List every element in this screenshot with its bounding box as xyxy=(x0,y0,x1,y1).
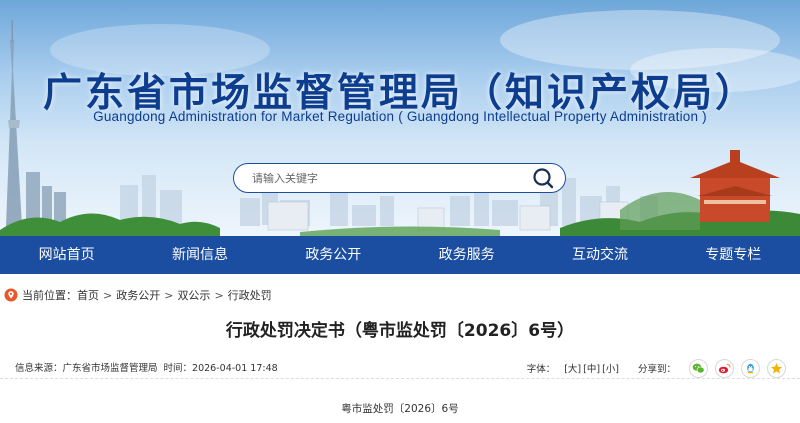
search-input[interactable] xyxy=(252,171,531,185)
share-qzone-button[interactable] xyxy=(767,358,786,378)
search-box xyxy=(233,163,566,193)
share-weibo-button[interactable] xyxy=(715,358,734,378)
time-label: 时间： xyxy=(163,363,193,374)
article-meta-info: 信息来源：广东省市场监督管理局 时间：2026-04-01 17:48 xyxy=(15,360,278,374)
nav-item-interaction[interactable]: 互动交流 xyxy=(533,236,666,274)
share-label: 分享到： xyxy=(637,364,676,375)
source-value: 广东省市场监督管理局 xyxy=(62,363,158,374)
article-meta: 信息来源：广东省市场监督管理局 时间：2026-04-01 17:48 字体： … xyxy=(0,357,800,379)
qq-icon xyxy=(747,363,754,373)
font-size-label: 字体： xyxy=(526,364,556,375)
weibo-icon xyxy=(718,363,731,373)
breadcrumb: 当前位置： 首页 > 政务公开 > 双公示 > 行政处罚 xyxy=(0,285,272,305)
time-value: 2026-04-01 17:48 xyxy=(192,363,278,374)
document-number: 粤市监处罚〔2026〕6号 xyxy=(341,403,459,415)
nav-item-news[interactable]: 新闻信息 xyxy=(133,236,266,274)
pavilion-icon xyxy=(690,150,780,222)
font-medium-button[interactable]: [中] xyxy=(583,361,600,375)
share-qq-button[interactable] xyxy=(741,358,760,378)
nav-item-gov-services[interactable]: 政务服务 xyxy=(400,236,533,274)
breadcrumb-prefix: 当前位置： xyxy=(22,289,77,302)
breadcrumb-admin-penalty[interactable]: 行政处罚 xyxy=(228,287,272,303)
share-wechat-button[interactable] xyxy=(689,358,708,378)
wechat-icon xyxy=(692,363,705,373)
site-subtitle: Guangdong Administration for Market Regu… xyxy=(93,109,707,124)
font-small-button[interactable]: [小] xyxy=(602,361,619,375)
breadcrumb-separator: > xyxy=(214,288,224,302)
main-nav: 网站首页 新闻信息 政务公开 政务服务 互动交流 专题专栏 xyxy=(0,236,800,274)
nav-item-gov-affairs-open[interactable]: 政务公开 xyxy=(267,236,400,274)
nav-item-home[interactable]: 网站首页 xyxy=(0,236,133,274)
breadcrumb-separator: > xyxy=(103,288,113,302)
breadcrumb-separator: > xyxy=(164,288,174,302)
source-label: 信息来源： xyxy=(15,363,63,374)
site-banner: 广东省市场监督管理局（知识产权局） Guangdong Administrati… xyxy=(0,0,800,236)
breadcrumb-home[interactable]: 首页 xyxy=(77,287,99,303)
nav-item-special-topics[interactable]: 专题专栏 xyxy=(667,236,800,274)
article-tools: 字体： [大] [中] [小] 分享到： xyxy=(527,357,786,379)
article-title: 行政处罚决定书（粤市监处罚〔2026〕6号） xyxy=(225,321,575,341)
breadcrumb-dual-disclosure[interactable]: 双公示 xyxy=(177,287,210,303)
magnifier-icon xyxy=(533,168,554,189)
search-button[interactable] xyxy=(531,166,555,190)
breadcrumb-gov-affairs-open[interactable]: 政务公开 xyxy=(116,287,160,303)
location-pin-icon xyxy=(4,288,18,302)
qzone-icon xyxy=(771,362,782,374)
font-large-button[interactable]: [大] xyxy=(564,361,581,375)
